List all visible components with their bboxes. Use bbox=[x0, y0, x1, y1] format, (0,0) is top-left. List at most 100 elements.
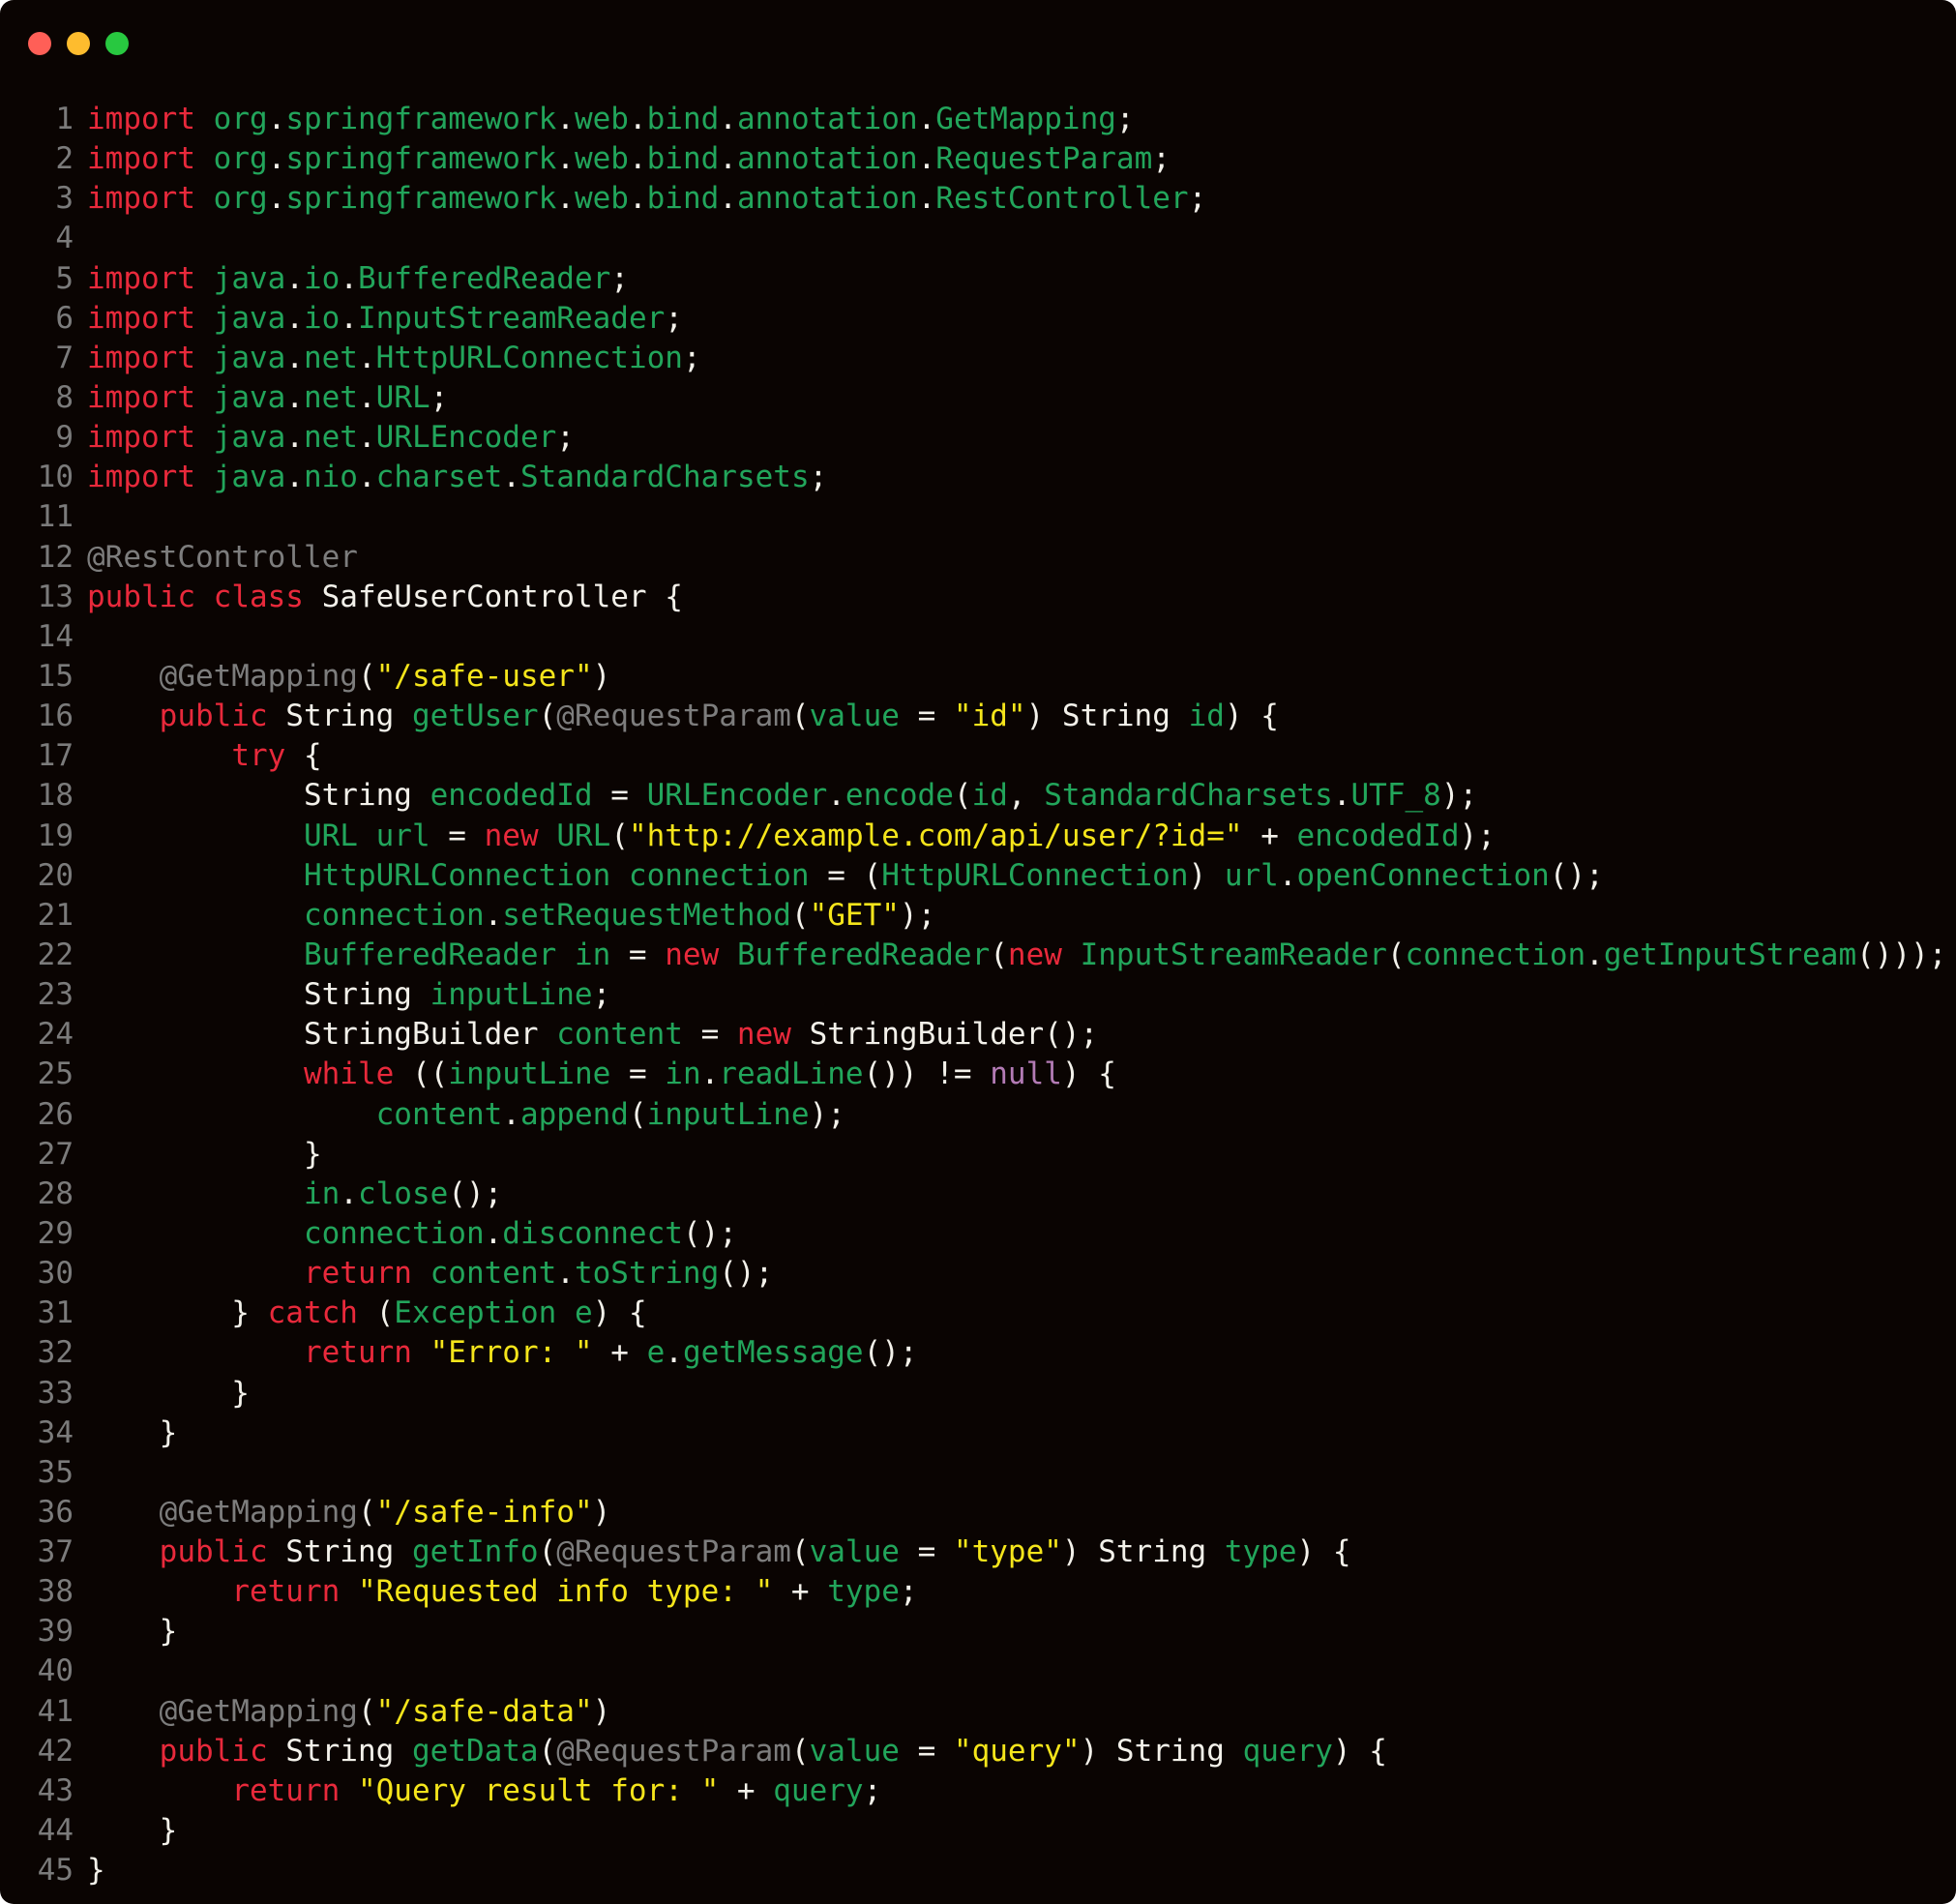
code-token: query bbox=[1242, 1733, 1333, 1769]
code-token: import bbox=[87, 460, 195, 495]
code-token: @GetMapping bbox=[159, 1693, 358, 1729]
code-line: 4 bbox=[0, 219, 1956, 258]
line-number: 13 bbox=[37, 579, 74, 614]
code-token: return bbox=[231, 1574, 341, 1610]
line-code: content.append(inputLine); bbox=[74, 1095, 845, 1135]
line-number: 12 bbox=[37, 539, 74, 575]
code-token: encode bbox=[845, 778, 954, 814]
code-line: 12 @RestController bbox=[0, 538, 1956, 578]
line-number: 30 bbox=[37, 1256, 74, 1292]
code-token: ; bbox=[430, 379, 449, 415]
code-editor[interactable]: 1 import org.springframework.web.bind.ann… bbox=[0, 100, 1956, 1890]
code-token: ( bbox=[538, 1534, 557, 1570]
minimize-window-button[interactable] bbox=[67, 32, 90, 55]
zoom-window-button[interactable] bbox=[105, 32, 129, 55]
code-token: (); bbox=[682, 1215, 737, 1251]
code-token: encodedId bbox=[430, 778, 593, 814]
code-token: connection bbox=[628, 857, 810, 893]
line-code: import java.net.HttpURLConnection; bbox=[74, 339, 701, 378]
code-token: annotation bbox=[736, 181, 918, 217]
code-token: getData bbox=[411, 1733, 539, 1769]
line-number: 14 bbox=[37, 618, 74, 654]
code-token: ; bbox=[1115, 102, 1135, 136]
code-token: org bbox=[213, 102, 268, 136]
code-token: ) String bbox=[1025, 699, 1189, 734]
code-line: 21 connection.setRequestMethod("GET"); bbox=[0, 896, 1956, 936]
line-number: 36 bbox=[37, 1494, 74, 1530]
code-token: . bbox=[700, 1056, 720, 1092]
code-window: 1 import org.springframework.web.bind.ann… bbox=[0, 0, 1956, 1904]
code-line: 45} bbox=[0, 1851, 1956, 1890]
code-token: . bbox=[628, 181, 647, 217]
line-code: URL url = new URL("http://example.com/ap… bbox=[74, 817, 1496, 856]
code-line: 11 bbox=[0, 497, 1956, 537]
line-code: public String getData(@RequestParam(valu… bbox=[74, 1732, 1387, 1771]
code-line: 36 @GetMapping("/safe-info") bbox=[0, 1493, 1956, 1532]
code-token: . bbox=[628, 102, 647, 136]
code-token: type bbox=[1224, 1534, 1297, 1570]
code-token: URLEncoder bbox=[646, 778, 828, 814]
line-code: import org.springframework.web.bind.anno… bbox=[74, 179, 1206, 219]
code-token: . bbox=[502, 460, 520, 495]
line-number: 2 bbox=[55, 141, 74, 177]
code-token: import bbox=[87, 340, 195, 375]
code-token: . bbox=[285, 300, 304, 336]
code-line: 2 import org.springframework.web.bind.ann… bbox=[0, 139, 1956, 179]
code-token: url bbox=[375, 818, 430, 853]
code-token: java bbox=[213, 300, 286, 336]
code-token: UTF_8 bbox=[1350, 778, 1441, 814]
code-token: close bbox=[357, 1175, 449, 1211]
code-token: HttpURLConnection bbox=[375, 340, 683, 375]
code-token: return bbox=[303, 1335, 412, 1371]
code-token: in bbox=[303, 1175, 341, 1211]
code-token: content bbox=[430, 1256, 557, 1292]
code-line: 26 content.append(inputLine); bbox=[0, 1095, 1956, 1135]
line-number: 16 bbox=[37, 699, 74, 734]
code-token: ) bbox=[592, 1693, 611, 1729]
code-token: ) { bbox=[1296, 1534, 1351, 1570]
code-token: RequestParam bbox=[935, 141, 1153, 177]
code-token: . bbox=[502, 1096, 520, 1132]
code-token: } bbox=[87, 1614, 178, 1650]
code-token: url bbox=[1224, 857, 1279, 893]
code-token: ; bbox=[809, 460, 828, 495]
code-token: (); bbox=[719, 1256, 774, 1292]
code-token: . bbox=[357, 340, 376, 375]
code-token: ()) != bbox=[863, 1056, 991, 1092]
code-token: bind bbox=[646, 141, 720, 177]
line-number: 8 bbox=[55, 379, 74, 415]
code-token: ; bbox=[1152, 141, 1171, 177]
code-line: 19 URL url = new URL("http://example.com… bbox=[0, 817, 1956, 856]
code-token: = bbox=[899, 1534, 954, 1570]
code-token: ( bbox=[628, 1096, 647, 1132]
code-token: ) bbox=[592, 658, 611, 694]
line-number: 42 bbox=[37, 1733, 74, 1769]
close-window-button[interactable] bbox=[28, 32, 51, 55]
line-code: connection.setRequestMethod("GET"); bbox=[74, 896, 935, 936]
code-token: . bbox=[357, 379, 376, 415]
line-code: } bbox=[74, 1413, 178, 1453]
code-line: 35 bbox=[0, 1453, 1956, 1493]
line-number: 28 bbox=[37, 1175, 74, 1211]
line-number: 9 bbox=[55, 420, 74, 456]
line-number: 15 bbox=[37, 658, 74, 694]
line-code: return "Error: " + e.getMessage(); bbox=[74, 1333, 918, 1373]
code-token: ) { bbox=[1224, 699, 1279, 734]
line-code: } bbox=[74, 1811, 178, 1851]
code-token: e bbox=[574, 1295, 593, 1331]
